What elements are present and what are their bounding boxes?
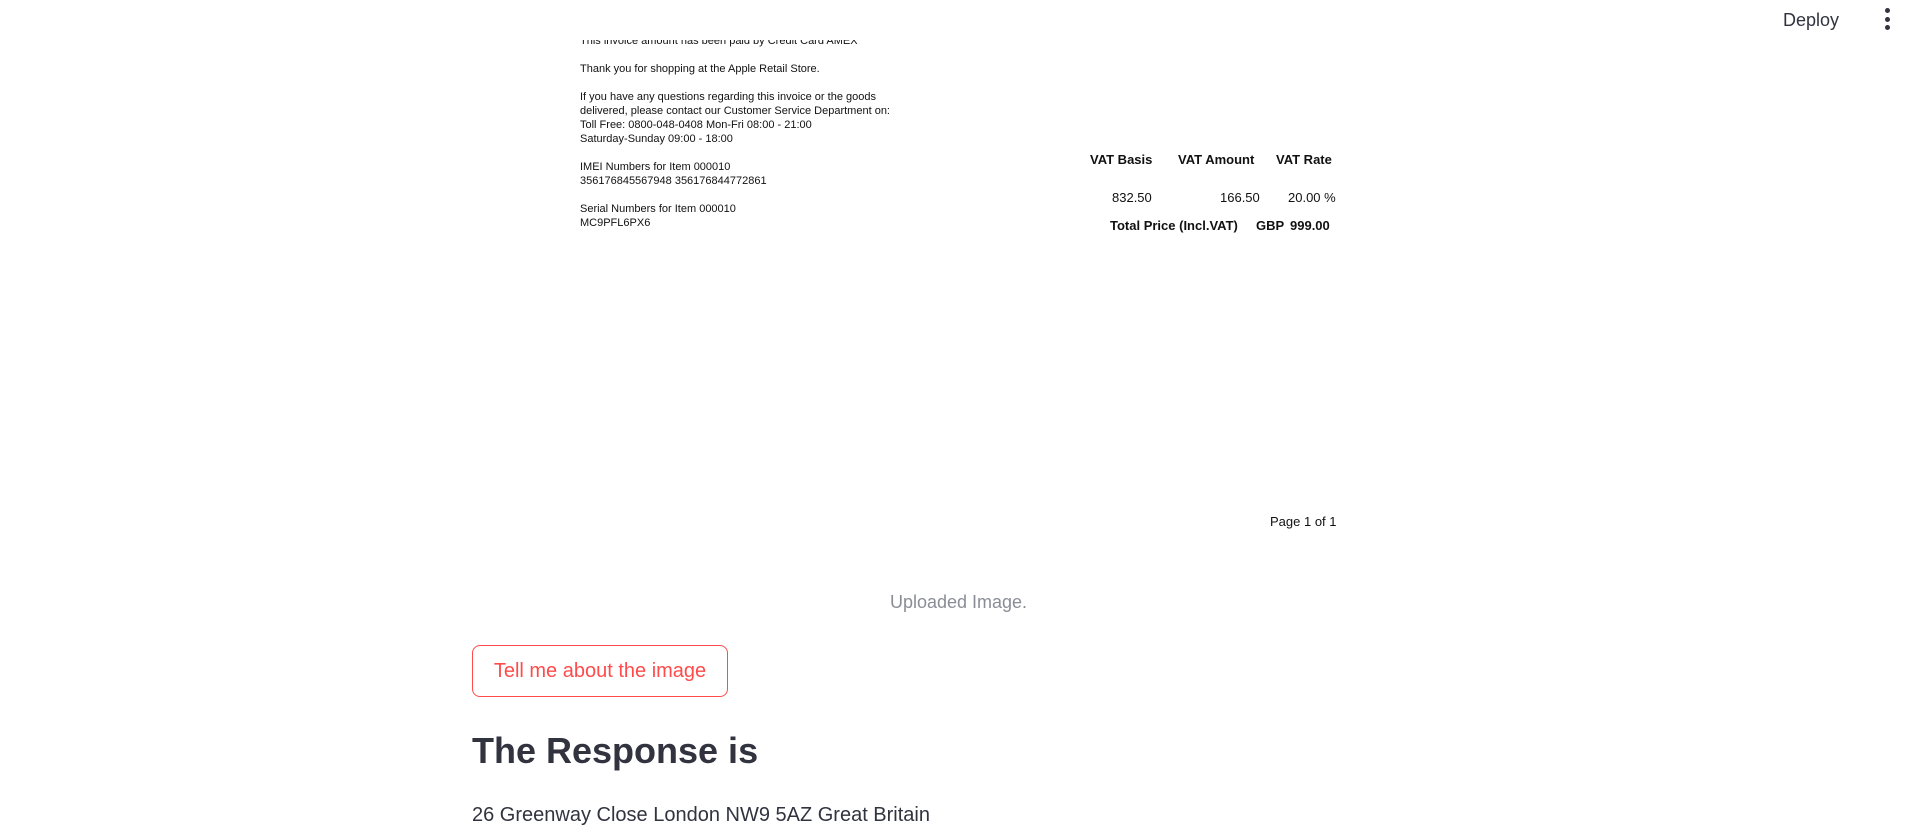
deploy-button[interactable]: Deploy	[1773, 6, 1849, 35]
total-value: 999.00	[1290, 218, 1330, 233]
tell-me-about-image-button[interactable]: Tell me about the image	[472, 645, 728, 697]
header: Deploy	[0, 0, 1917, 40]
thanks-note: Thank you for shopping at the Apple Reta…	[580, 63, 820, 75]
vertical-ellipsis-icon[interactable]	[1877, 8, 1897, 30]
menu-dot	[1884, 25, 1890, 30]
response-text: 26 Greenway Close London NW9 5AZ Great B…	[472, 804, 930, 826]
uploaded-invoice-image: This invoice amount has been paid by Cre…	[580, 40, 1340, 540]
serial-note: Serial Numbers for Item 000010 MC9PFL6PX…	[580, 203, 736, 229]
app: Deploy This invoice amount has been paid…	[0, 0, 1917, 830]
image-caption: Uploaded Image.	[889, 592, 1028, 612]
vat-rate-value: 20.00 %	[1288, 190, 1336, 205]
payment-note: This invoice amount has been paid by Cre…	[580, 40, 858, 47]
total-label: Total Price (Incl.VAT)	[1110, 218, 1238, 233]
currency-label: GBP	[1256, 218, 1285, 233]
vat-amount-header: VAT Amount	[1178, 152, 1255, 167]
vat-summary-table: VAT Basis VAT Amount VAT Rate 832.50 166…	[1090, 152, 1340, 240]
contact-note: If you have any questions regarding this…	[580, 91, 890, 145]
page-number: Page 1 of 1	[1270, 514, 1337, 529]
vat-rate-header: VAT Rate	[1276, 152, 1332, 167]
response-heading: The Response is	[472, 730, 759, 771]
total-row: Total Price (Incl.VAT) GBP 999.00	[1090, 218, 1340, 240]
vat-values-row: 832.50 166.50 20.00 %	[1090, 190, 1340, 212]
imei-note: IMEI Numbers for Item 000010 35617684556…	[580, 161, 767, 187]
vat-amount-value: 166.50	[1220, 190, 1260, 205]
vat-header-row: VAT Basis VAT Amount VAT Rate	[1090, 152, 1340, 174]
vat-basis-header: VAT Basis	[1090, 152, 1153, 167]
invoice-notes: This invoice amount has been paid by Cre…	[580, 40, 1000, 244]
menu-dot	[1884, 16, 1890, 22]
vat-basis-value: 832.50	[1112, 190, 1152, 205]
menu-dot	[1884, 8, 1890, 13]
